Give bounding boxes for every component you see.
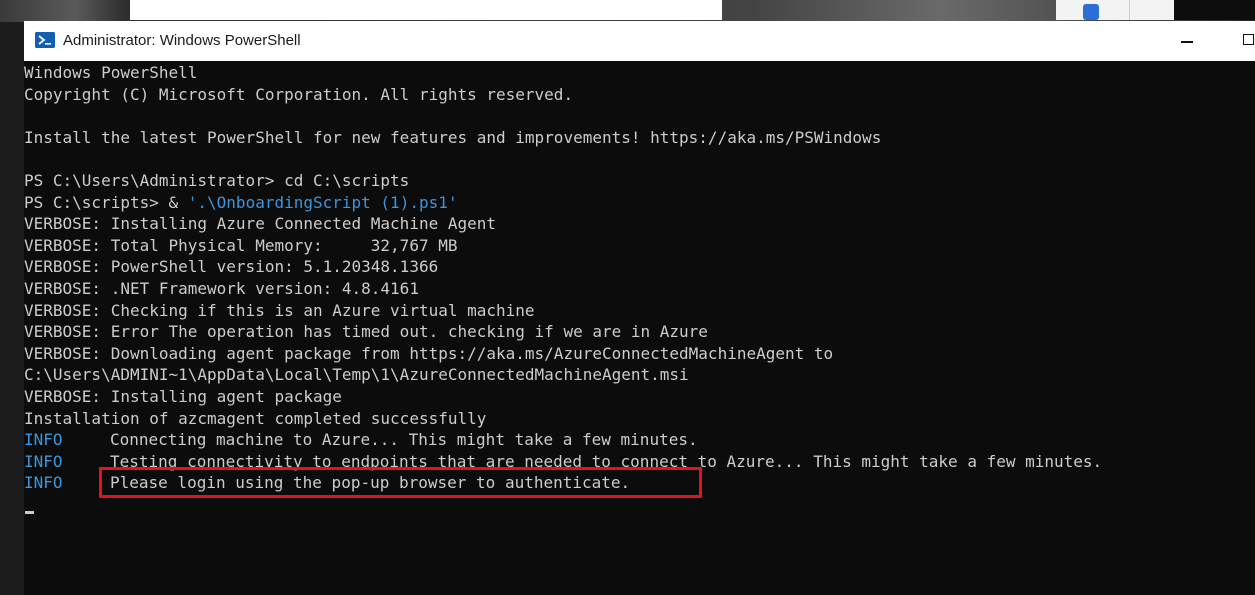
- app-icon: [1083, 4, 1099, 20]
- minimize-button[interactable]: [1170, 25, 1204, 57]
- console-line: INFO Connecting machine to Azure... This …: [24, 429, 1102, 451]
- background-window[interactable]: [130, 0, 722, 20]
- powershell-window[interactable]: Administrator: Windows PowerShell Window…: [24, 21, 1255, 595]
- maximize-button[interactable]: [1230, 25, 1255, 57]
- console-line: C:\Users\ADMINI~1\AppData\Local\Temp\1\A…: [24, 365, 689, 385]
- info-tag: INFO: [24, 430, 63, 450]
- console-line: Installation of azcmagent completed succ…: [24, 408, 487, 428]
- console-line: Install the latest PowerShell for new fe…: [24, 127, 882, 147]
- background-window-dark: [1174, 0, 1255, 20]
- script-path-string: '.\OnboardingScript (1).ps1': [187, 192, 458, 212]
- background-window-right[interactable]: [1056, 0, 1174, 20]
- console-line: VERBOSE: Total Physical Memory: 32,767 M…: [24, 235, 458, 255]
- highlight-box: [99, 467, 702, 498]
- console-line: VERBOSE: .NET Framework version: 4.8.416…: [24, 278, 419, 298]
- console-line: VERBOSE: Installing Azure Connected Mach…: [24, 214, 497, 234]
- console-line: PS C:\Users\Administrator> cd C:\scripts: [24, 170, 410, 190]
- divider: [1129, 0, 1130, 20]
- console-line: VERBOSE: PowerShell version: 5.1.20348.1…: [24, 257, 439, 277]
- window-title: Administrator: Windows PowerShell: [63, 32, 301, 49]
- console-output[interactable]: Windows PowerShell Copyright (C) Microso…: [24, 61, 1255, 595]
- info-tag: INFO: [24, 473, 63, 493]
- info-message: Connecting machine to Azure... This migh…: [110, 430, 698, 450]
- prompt-text: PS C:\scripts> &: [24, 192, 188, 212]
- text-cursor: [25, 511, 34, 514]
- info-tag: INFO: [24, 451, 63, 471]
- console-line: VERBOSE: Installing agent package: [24, 386, 342, 406]
- console-line: VERBOSE: Checking if this is an Azure vi…: [24, 300, 535, 320]
- console-line: Copyright (C) Microsoft Corporation. All…: [24, 84, 574, 104]
- powershell-icon: [35, 32, 55, 48]
- title-bar[interactable]: Administrator: Windows PowerShell: [24, 21, 1255, 61]
- console-line: Windows PowerShell: [24, 63, 198, 82]
- console-line: VERBOSE: Error The operation has timed o…: [24, 322, 708, 342]
- console-line: PS C:\scripts> & '.\OnboardingScript (1)…: [24, 192, 1102, 214]
- console-line: VERBOSE: Downloading agent package from …: [24, 343, 834, 363]
